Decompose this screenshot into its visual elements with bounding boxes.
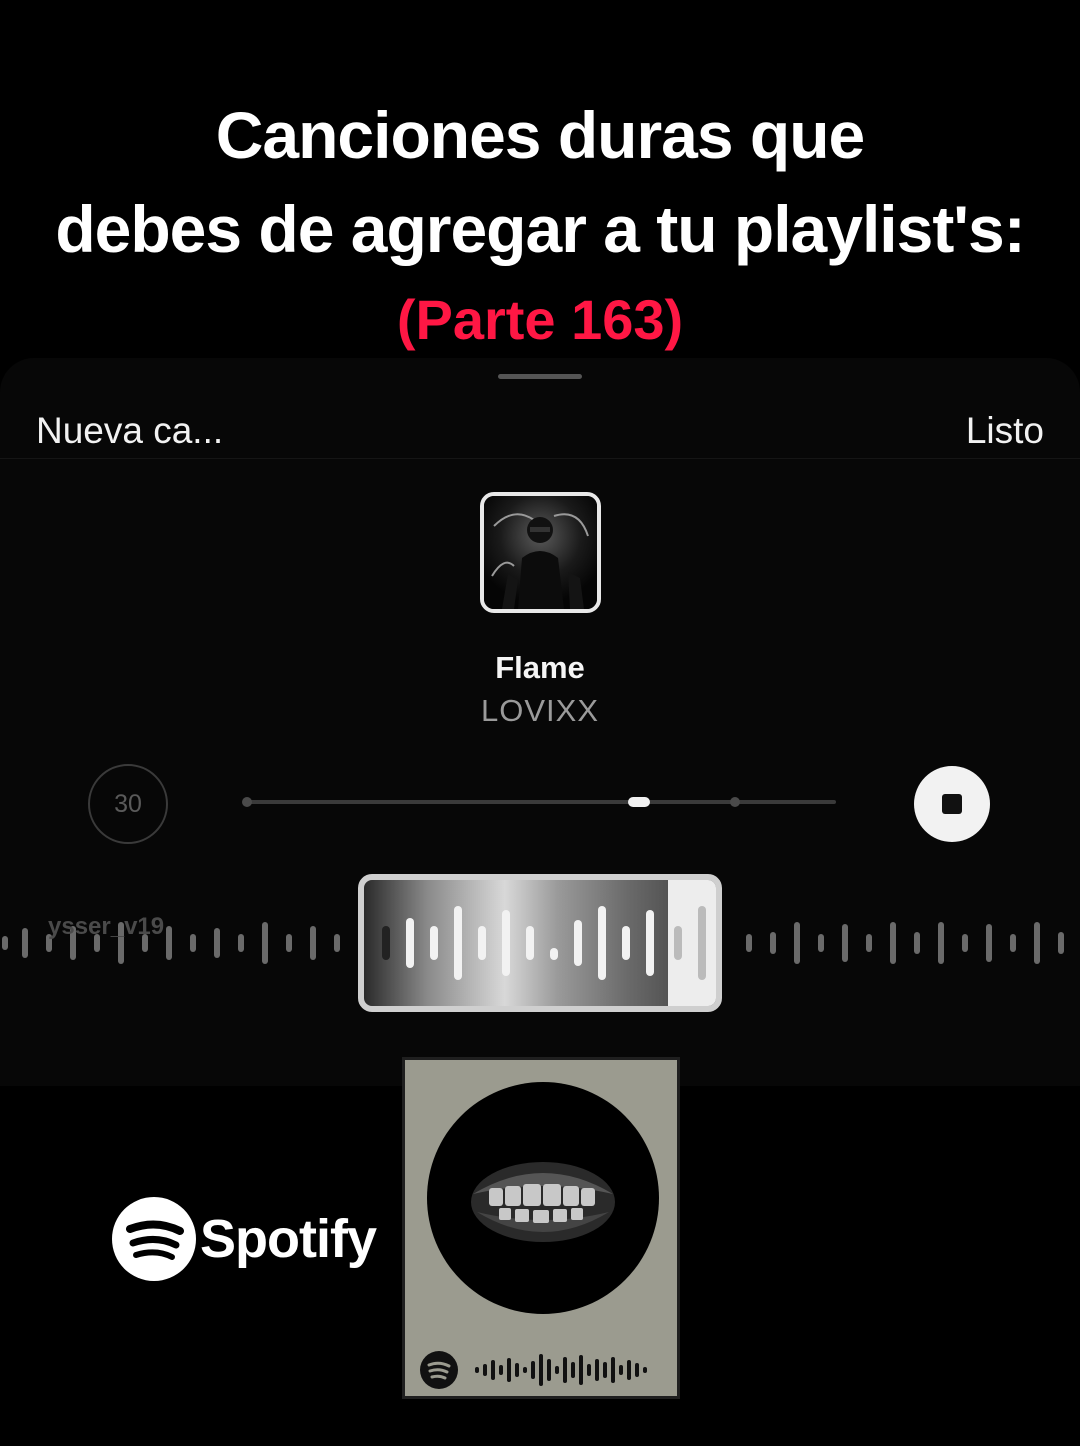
spotify-icon [112,1197,196,1281]
selector-wave-bar [382,926,390,960]
playback-thumb[interactable] [628,797,650,807]
clip-duration-button[interactable]: 30 [88,764,168,844]
new-song-label[interactable]: Nueva ca... [36,410,223,452]
selector-wave-bar [598,906,606,980]
header-divider [0,458,1080,459]
stop-icon [942,794,962,814]
selector-wave-bar [478,926,486,960]
creator-watermark: ysser_v19 [48,913,165,940]
selector-wave-bar [526,926,534,960]
selector-wave-bar [674,926,682,960]
selector-wave-bar [502,910,510,976]
selector-wave-bar [574,920,582,966]
album-disc-image [427,1082,659,1314]
selector-wave-bar [406,918,414,968]
selector-wave-bar [430,926,438,960]
selector-wave-bar [646,910,654,976]
album-cover [480,492,601,613]
selector-wave-bar [698,906,706,980]
track-start-dot [242,797,252,807]
headline-part-number: (Parte 163) [396,288,684,351]
track-marker-dot [730,797,740,807]
selector-wave-bar [454,906,462,980]
headline-line-2: debes de agregar a tu playlist's: [55,192,1025,266]
spotify-scan-card [402,1057,680,1399]
track-artist: LOVIXX [481,693,599,728]
done-button[interactable]: Listo [966,410,1044,452]
headline-line-1: Canciones duras que [215,98,866,172]
selector-wave-bar [550,948,558,960]
spotify-logo: Spotify [112,1197,377,1281]
clip-duration-label: 30 [114,789,142,818]
album-art-image [484,496,597,609]
playback-track[interactable] [246,800,836,804]
headline: Canciones duras que debes de agregar a t… [0,88,1080,360]
spotify-code-icon [420,1351,647,1389]
selector-wave-bar [622,926,630,960]
sheet-grabber[interactable] [498,374,582,379]
track-title: Flame [495,650,585,685]
stop-button[interactable] [914,766,990,842]
spotify-wordmark: Spotify [200,1209,377,1269]
clip-selector[interactable] [358,874,722,1012]
